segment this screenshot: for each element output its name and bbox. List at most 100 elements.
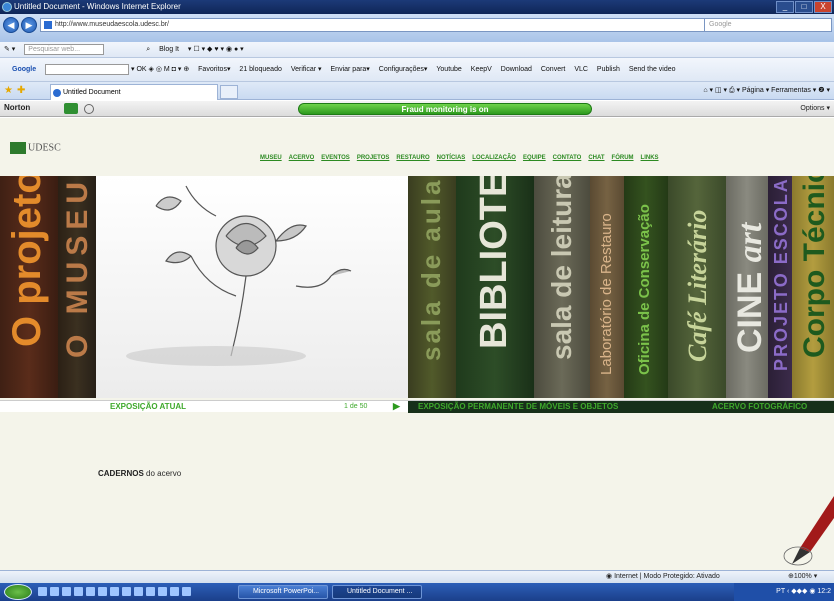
exposicao-permanente-link[interactable]: EXPOSIÇÃO PERMANENTE DE MÓVEIS E OBJETOS [418, 402, 618, 411]
spine-sala-de-aula[interactable]: sala de aula [408, 176, 456, 398]
fraud-monitoring-bar[interactable]: Fraud monitoring is on [298, 103, 592, 115]
start-button[interactable] [4, 584, 32, 600]
quick-launch [38, 587, 191, 596]
new-tab-button[interactable] [220, 85, 238, 99]
address-bar-row: ◀ ▶ http://www.museudaescola.udesc.br/ G… [0, 14, 834, 42]
exposicao-counter: 1 de 50 [344, 403, 368, 410]
spine-cine-art[interactable]: CINE art [726, 176, 768, 398]
google-ok-button[interactable]: ▾ OK ◈ ◎ M ◘ ▾ ⊕ [131, 58, 189, 81]
clock[interactable]: 12:2 [817, 588, 831, 595]
quick-launch-icon[interactable] [110, 587, 119, 596]
zoom-level[interactable]: ⊕100% ▾ [788, 571, 817, 583]
google-toolbar-logo[interactable]: Google [12, 58, 36, 81]
quick-launch-icon[interactable] [122, 587, 131, 596]
spellcheck-button[interactable]: Verificar ▾ [291, 58, 322, 81]
quick-launch-icon[interactable] [50, 587, 59, 596]
menu-acervo[interactable]: ACERVO [289, 155, 315, 161]
youtube-button[interactable]: Youtube [436, 58, 461, 81]
task-powerpoint[interactable]: Microsoft PowerPoi... [238, 585, 328, 599]
quick-launch-icon[interactable] [38, 587, 47, 596]
tab-label: Untitled Document [63, 89, 121, 96]
menu-forum[interactable]: FÓRUM [612, 155, 634, 161]
quick-launch-icon[interactable] [134, 587, 143, 596]
spine-sala-de-leitura[interactable]: sala de leitura [534, 176, 590, 398]
menu-projetos[interactable]: PROJETOS [357, 155, 390, 161]
back-button[interactable]: ◀ [3, 17, 19, 33]
menu-museu[interactable]: MUSEU [260, 155, 282, 161]
menu-restauro[interactable]: RESTAURO [396, 155, 429, 161]
exposicao-atual-label[interactable]: EXPOSIÇÃO ATUAL [110, 402, 186, 411]
vlc-button[interactable]: VLC [574, 58, 588, 81]
minimize-button[interactable]: _ [776, 1, 794, 13]
menu-links[interactable]: LINKS [641, 155, 659, 161]
spine-cafe-literario[interactable]: Café Literário [668, 176, 726, 398]
norton-id-icon[interactable] [64, 103, 78, 114]
menu-equipe[interactable]: EQUIPE [523, 155, 546, 161]
google-toolbar-input[interactable] [45, 63, 130, 75]
forward-button[interactable]: ▶ [21, 17, 37, 33]
exposicao-strip: EXPOSIÇÃO ATUAL 1 de 50 ▶ EXPOSIÇÃO PERM… [0, 400, 834, 413]
udesc-logo[interactable]: UDESC [10, 142, 61, 154]
menu-localizacao[interactable]: LOCALIZAÇÃO [472, 155, 516, 161]
spine-o-museu[interactable]: O MUSEU [58, 176, 96, 398]
send-video-button[interactable]: Send the video [629, 58, 676, 81]
spines-banner: O projeto O MUSEU sala de aula BIBLIOTEC… [0, 176, 834, 398]
settings-button[interactable]: Configurações▾ [379, 58, 428, 81]
close-button[interactable]: X [814, 1, 832, 13]
quick-launch-icon[interactable] [182, 587, 191, 596]
menu-noticias[interactable]: NOTÍCIAS [437, 155, 466, 161]
pen-nib-icon [783, 496, 834, 566]
norton-logo[interactable]: Norton [4, 103, 30, 112]
spine-corpo-tecnico[interactable]: Corpo Técnico [792, 176, 834, 398]
quick-launch-icon[interactable] [62, 587, 71, 596]
page-content: UDESC MUSEU ACERVO EVENTOS PROJETOS REST… [0, 118, 834, 570]
quick-launch-icon[interactable] [86, 587, 95, 596]
url-input[interactable]: http://www.museudaescola.udesc.br/ [40, 18, 708, 32]
quick-launch-icon[interactable] [170, 587, 179, 596]
toolbar-google: Google ▾ OK ◈ ◎ M ◘ ▾ ⊕ Favoritos▾ 21 bl… [0, 58, 834, 82]
norton-options[interactable]: Options ▾ [800, 104, 830, 112]
menu-contato[interactable]: CONTATO [553, 155, 582, 161]
favorites-star-icon[interactable]: ★✚ [4, 85, 29, 96]
language-indicator[interactable]: PT [776, 588, 785, 595]
spine-laboratorio[interactable]: Laboratório de Restauro [590, 176, 624, 398]
blogit-button[interactable]: Blog It [159, 42, 179, 57]
quick-launch-icon[interactable] [98, 587, 107, 596]
blocked-popups[interactable]: 21 bloqueado [239, 58, 281, 81]
next-arrow-icon[interactable]: ▶ [393, 401, 400, 412]
convert-button[interactable]: Convert [541, 58, 566, 81]
favorites-button[interactable]: Favoritos▾ [198, 58, 230, 81]
spine-o-projeto[interactable]: O projeto [0, 176, 58, 398]
google-search-input[interactable]: Google [704, 18, 832, 32]
menu-chat[interactable]: CHAT [588, 155, 604, 161]
cadernos-bold: CADERNOS [98, 469, 144, 478]
toolbar-icon[interactable]: ✎ ▾ [4, 42, 15, 57]
web-search-input[interactable]: Pesquisar web... [24, 43, 105, 55]
url-text: http://www.museudaescola.udesc.br/ [55, 21, 170, 28]
spine-biblioteca[interactable]: BIBLIOTECA [456, 176, 534, 398]
norton-web-icon[interactable] [84, 104, 94, 114]
exposicao-rose-image[interactable] [96, 176, 408, 398]
send-to-button[interactable]: Enviar para▾ [331, 58, 370, 81]
quick-launch-icon[interactable] [158, 587, 167, 596]
spine-oficina[interactable]: Oficina de Conservação [624, 176, 668, 398]
quick-launch-icon[interactable] [146, 587, 155, 596]
command-bar-labels[interactable]: Página ▾ Ferramentas ▾ [742, 87, 816, 94]
task-untitled-document[interactable]: Untitled Document ... [332, 585, 422, 599]
toolbar-extra-icons[interactable]: ▾ ☐ ▾ ◆ ♥ ▾ ◉ ● ▾ [188, 42, 244, 57]
publish-button[interactable]: Publish [597, 58, 620, 81]
maximize-button[interactable]: □ [795, 1, 813, 13]
cadernos-heading[interactable]: CADERNOS do acervo [98, 469, 181, 478]
acervo-fotografico-link[interactable]: ACERVO FOTOGRÁFICO [712, 402, 807, 411]
security-zone[interactable]: ◉ Internet | Modo Protegido: Ativado [606, 571, 720, 583]
spine-cafe-text: Café Literário [683, 209, 712, 362]
tab-untitled[interactable]: Untitled Document [50, 84, 218, 100]
quick-launch-icon[interactable] [74, 587, 83, 596]
search-icon[interactable]: ⌕ [146, 42, 150, 57]
command-bar[interactable]: ⌂ ▾ ◫ ▾ ⎙ ▾ Página ▾ Ferramentas ▾ ❷ ▾ [703, 84, 830, 98]
keepv-button[interactable]: KeepV [471, 58, 492, 81]
toolbar-search: ✎ ▾ Pesquisar web... ⌕ Blog It ▾ ☐ ▾ ◆ ♥… [0, 42, 834, 58]
menu-eventos[interactable]: EVENTOS [321, 155, 350, 161]
spine-projeto-escola[interactable]: PROJETO ESCOLA [768, 176, 792, 398]
download-button[interactable]: Download [501, 58, 532, 81]
